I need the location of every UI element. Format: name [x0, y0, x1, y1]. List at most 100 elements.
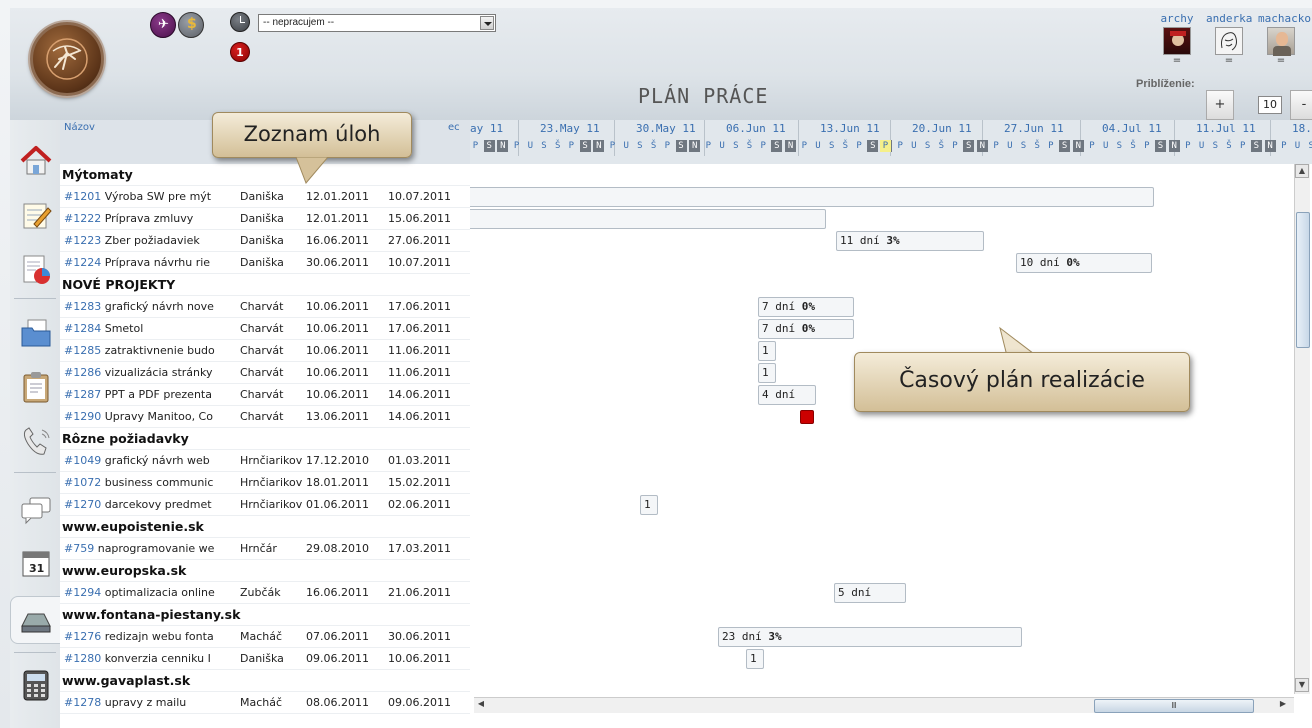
task-id-link[interactable]: #1223 [64, 234, 101, 247]
task-id-link[interactable]: #1284 [64, 322, 101, 335]
task-name[interactable]: Výroba SW pre mýt [105, 190, 211, 203]
task-name-cell[interactable]: #1072 business communic [64, 472, 240, 493]
task-name[interactable]: zatraktivnenie budo [105, 344, 215, 357]
task-id-link[interactable]: #1286 [64, 366, 101, 379]
zoom-level-input[interactable]: 10 [1258, 96, 1282, 114]
gantt-bar[interactable]: 7 dní 0% [758, 319, 854, 339]
task-id-link[interactable]: #1280 [64, 652, 101, 665]
user-name[interactable]: archy [1154, 12, 1200, 25]
task-id-link[interactable]: #1278 [64, 696, 101, 709]
task-id-link[interactable]: #1287 [64, 388, 101, 401]
task-name[interactable]: vizualizácia stránky [105, 366, 213, 379]
clock-icon[interactable] [230, 12, 250, 32]
task-id-link[interactable]: #1224 [64, 256, 101, 269]
task-id-link[interactable]: #1049 [64, 454, 101, 467]
notepad-edit-icon[interactable] [18, 198, 54, 232]
gantt-bar[interactable] [470, 209, 826, 229]
gantt-bar[interactable]: 5 dní [834, 583, 906, 603]
task-row[interactable]: #1276 redizajn webu fonta Macháč 07.06.201… [60, 626, 470, 648]
user-machacko[interactable]: machacko = [1258, 12, 1311, 66]
vertical-scrollbar[interactable]: ▲ ▼ [1294, 164, 1310, 694]
task-id-link[interactable]: #1283 [64, 300, 101, 313]
milestone-marker[interactable] [800, 410, 814, 424]
home-icon[interactable] [18, 144, 54, 178]
task-name-cell[interactable]: #1294 optimalizacia online [64, 582, 240, 603]
task-row[interactable]: #1287 PPT a PDF prezenta Charvát 10.06.201… [60, 384, 470, 406]
task-id-link[interactable]: #1294 [64, 586, 101, 599]
task-name[interactable]: grafický návrh nove [105, 300, 214, 313]
notification-badge[interactable]: 1 [230, 42, 250, 62]
scroll-left-arrow-icon[interactable]: ◀ [474, 698, 488, 712]
chat-bubbles-icon[interactable] [18, 492, 54, 526]
calendar-icon[interactable]: 31 [18, 546, 54, 580]
task-row[interactable]: #1290 Upravy Manitoo, Co Charvát 13.06.201… [60, 406, 470, 428]
task-id-link[interactable]: #1201 [64, 190, 101, 203]
dove-icon[interactable]: ✈ [150, 12, 176, 38]
project-group-row[interactable]: NOVÉ PROJEKTY [60, 274, 470, 296]
coin-icon[interactable]: $ [178, 12, 204, 38]
gantt-bar[interactable]: 1 [640, 495, 658, 515]
task-name[interactable]: Smetol [105, 322, 144, 335]
calculator-icon[interactable] [18, 668, 54, 702]
zoom-in-button[interactable]: + [1206, 90, 1234, 120]
task-name-cell[interactable]: #1201 Výroba SW pre mýt [64, 186, 240, 207]
task-name-cell[interactable]: #1287 PPT a PDF prezenta [64, 384, 240, 405]
task-name[interactable]: darcekovy predmet [105, 498, 212, 511]
dropdown-arrow-icon[interactable] [480, 16, 494, 30]
gantt-bar[interactable] [470, 187, 1154, 207]
task-row[interactable]: #1201 Výroba SW pre mýt Daniška 12.01.2011… [60, 186, 470, 208]
user-anderka[interactable]: anderka = [1206, 12, 1252, 66]
project-group-row[interactable]: www.fontana-piestany.sk [60, 604, 470, 626]
task-row[interactable]: #1224 Príprava návrhu rie Daniška 30.06.20… [60, 252, 470, 274]
task-name-cell[interactable]: #1286 vizualizácia stránky [64, 362, 240, 383]
task-name-cell[interactable]: #1224 Príprava návrhu rie [64, 252, 240, 273]
column-header-end[interactable]: ec [448, 122, 460, 133]
task-id-link[interactable]: #1270 [64, 498, 101, 511]
task-id-link[interactable]: #1290 [64, 410, 101, 423]
task-name[interactable]: Príprava zmluvy [105, 212, 194, 225]
task-row[interactable]: #1286 vizualizácia stránky Charvát 10.06.2… [60, 362, 470, 384]
tray-icon[interactable] [18, 604, 54, 638]
task-name-cell[interactable]: #1285 zatraktivnenie budo [64, 340, 240, 361]
task-row[interactable]: #1270 darcekovy predmet Hrnčiarikov 01.06.… [60, 494, 470, 516]
task-row[interactable]: #1222 Príprava zmluvy Daniška 12.01.2011 15… [60, 208, 470, 230]
task-row[interactable]: #1284 Smetol Charvát 10.06.2011 17.06.2011 [60, 318, 470, 340]
task-name-cell[interactable]: #1049 grafický návrh web [64, 450, 240, 471]
task-id-link[interactable]: #759 [64, 542, 94, 555]
task-id-link[interactable]: #1276 [64, 630, 101, 643]
task-row[interactable]: #1283 grafický návrh nove Charvát 10.06.20… [60, 296, 470, 318]
gantt-bar[interactable]: 1 [746, 649, 764, 669]
task-row[interactable]: #1280 konverzia cenniku I Daniška 09.06.20… [60, 648, 470, 670]
gantt-bar[interactable]: 10 dní 0% [1016, 253, 1152, 273]
task-name-cell[interactable]: #1276 redizajn webu fonta [64, 626, 240, 647]
user-archy[interactable]: archy = [1154, 12, 1200, 66]
user-name[interactable]: anderka [1206, 12, 1252, 25]
task-name[interactable]: konverzia cenniku I [105, 652, 211, 665]
project-group-row[interactable]: www.gavaplast.sk [60, 670, 470, 692]
project-group-row[interactable]: www.eupoistenie.sk [60, 516, 470, 538]
scroll-down-arrow-icon[interactable]: ▼ [1295, 678, 1309, 692]
task-name[interactable]: Zber požiadaviek [105, 234, 200, 247]
task-name[interactable]: naprogramovanie we [98, 542, 215, 555]
gantt-bar[interactable]: 1 [758, 341, 776, 361]
user-name[interactable]: machacko [1258, 12, 1311, 25]
task-id-link[interactable]: #1072 [64, 476, 101, 489]
project-group-row[interactable]: www.europska.sk [60, 560, 470, 582]
task-row[interactable]: #1049 grafický návrh web Hrnčiarikov 17.12… [60, 450, 470, 472]
task-row[interactable]: #1223 Zber požiadaviek Daniška 16.06.2011 2… [60, 230, 470, 252]
gantt-bar[interactable]: 7 dní 0% [758, 297, 854, 317]
clipboard-icon[interactable] [18, 370, 54, 404]
task-row[interactable]: #1278 upravy z mailu Macháč 08.06.2011 09.0… [60, 692, 470, 714]
avatar[interactable] [1267, 27, 1295, 56]
task-id-link[interactable]: #1285 [64, 344, 101, 357]
task-name-cell[interactable]: #1222 Príprava zmluvy [64, 208, 240, 229]
task-name-cell[interactable]: #1223 Zber požiadaviek [64, 230, 240, 251]
task-name-cell[interactable]: #1278 upravy z mailu [64, 692, 240, 713]
gantt-bar[interactable]: 4 dní [758, 385, 816, 405]
project-group-row[interactable]: Mýtomaty [60, 164, 470, 186]
task-name[interactable]: grafický návrh web [105, 454, 210, 467]
task-name[interactable]: optimalizacia online [105, 586, 215, 599]
task-id-link[interactable]: #1222 [64, 212, 101, 225]
gantt-bar[interactable]: 23 dní 3% [718, 627, 1022, 647]
task-name[interactable]: business communic [105, 476, 214, 489]
